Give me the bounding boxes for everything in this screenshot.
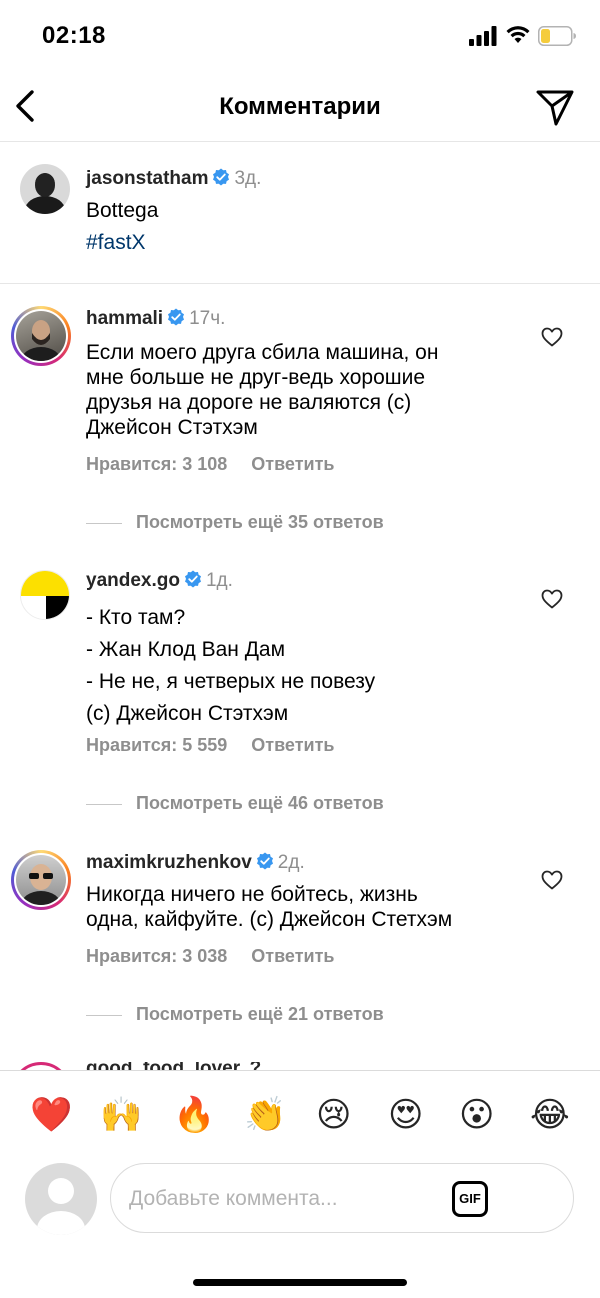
comment-input[interactable] — [129, 1182, 449, 1216]
comment-header: hammali 17ч. — [86, 308, 225, 330]
comment-line: Джейсон Стэтхэм — [86, 416, 258, 439]
comment-header: maximkruzhenkov 2д. — [86, 852, 305, 874]
comment-input-box: GIF — [110, 1163, 574, 1233]
comment-composer-panel: ❤️ 🙌 🔥 👏 😢 😍 😮 😂 GIF — [0, 1070, 600, 1298]
reply-button[interactable]: Ответить — [251, 735, 334, 755]
laughing-face-emoji-button[interactable]: 😂 — [530, 1091, 570, 1139]
comment-actions: Нравится: 3 108 Ответить — [86, 454, 334, 475]
timestamp: 1д. — [205, 570, 233, 591]
cellular-signal-icon — [469, 26, 497, 46]
top-navigation: Комментарии — [0, 72, 600, 142]
status-time: 02:18 — [42, 22, 106, 49]
next-comment-partial: good_food_lover..? — [0, 1062, 600, 1070]
quick-reactions-bar: ❤️ 🙌 🔥 👏 😢 😍 😮 😂 — [0, 1091, 600, 1139]
comment-text: Если моего друга сбила машина, он мне бо… — [86, 340, 438, 440]
story-ring — [11, 1062, 71, 1070]
verified-badge-icon — [184, 570, 201, 588]
comment-line: мне больше не друг-ведь хорошие — [86, 366, 426, 389]
hashtag-link[interactable]: #fastX — [86, 230, 146, 255]
verified-badge-icon — [213, 168, 230, 186]
heart-eyes-emoji-button[interactable]: 😍 — [388, 1091, 423, 1139]
verified-badge-icon — [256, 852, 273, 870]
likes-count[interactable]: Нравится: 3 038 — [86, 946, 227, 966]
avatar-portrait-icon — [21, 320, 61, 361]
username[interactable]: hammali — [86, 308, 163, 329]
surprised-face-emoji-button[interactable]: 😮 — [459, 1091, 494, 1139]
view-replies-button[interactable]: Посмотреть ещё 35 ответов — [86, 512, 384, 533]
caption-header: jasonstatham 3д. — [86, 168, 261, 190]
timestamp: 17ч. — [189, 308, 226, 329]
raised-hands-emoji-button[interactable]: 🙌 — [100, 1091, 142, 1139]
status-bar: 02:18 — [0, 0, 600, 72]
avatar[interactable] — [20, 164, 70, 214]
comment-line: - Кто там? — [86, 606, 186, 629]
avatar — [16, 311, 66, 361]
comment-line: друзья на дороге не валяются (с) — [86, 391, 412, 414]
current-user-avatar — [25, 1163, 97, 1235]
divider-line — [86, 803, 122, 805]
view-replies-button[interactable]: Посмотреть ещё 46 ответов — [86, 793, 384, 814]
timestamp: 3д. — [234, 168, 262, 189]
crying-face-emoji-button[interactable]: 😢 — [316, 1091, 351, 1139]
avatar — [16, 855, 66, 905]
gif-button[interactable]: GIF — [452, 1181, 488, 1217]
story-ring[interactable] — [11, 306, 71, 366]
fire-emoji-button[interactable]: 🔥 — [173, 1091, 215, 1139]
comment-line: - Не не, я четверых не повезу — [86, 670, 376, 693]
comment-header: yandex.go 1д. — [86, 570, 233, 592]
username: good_food_lover..? — [86, 1062, 261, 1070]
likes-count[interactable]: Нравится: 3 108 — [86, 454, 227, 474]
clapping-hands-emoji-button[interactable]: 👏 — [244, 1091, 286, 1139]
direct-send-icon[interactable] — [534, 86, 576, 128]
story-ring[interactable] — [11, 850, 71, 910]
post-caption: jasonstatham 3д. Bottega #fastX — [0, 142, 600, 284]
comment-text: - Кто там? - Жан Клод Ван Дам - Не не, я… — [86, 602, 375, 730]
comment-line: - Жан Клод Ван Дам — [86, 638, 286, 661]
avatar[interactable] — [20, 570, 70, 620]
like-heart-icon[interactable] — [541, 870, 563, 890]
view-replies-label: Посмотреть ещё 46 ответов — [136, 793, 384, 813]
default-profile-icon — [37, 1178, 85, 1235]
username[interactable]: jasonstatham — [86, 168, 208, 189]
reply-button[interactable]: Ответить — [251, 946, 334, 966]
view-replies-button[interactable]: Посмотреть ещё 21 ответов — [86, 1004, 384, 1025]
reply-button[interactable]: Ответить — [251, 454, 334, 474]
heart-emoji-button[interactable]: ❤️ — [30, 1091, 72, 1139]
like-heart-icon[interactable] — [541, 589, 563, 609]
wifi-icon — [506, 26, 530, 43]
home-indicator — [193, 1279, 407, 1286]
verified-badge-icon — [168, 308, 185, 326]
battery-icon — [538, 26, 576, 46]
yandex-go-logo-icon — [21, 571, 69, 619]
avatar-sunglasses-portrait-icon — [21, 864, 61, 905]
avatar-hooded-figure-icon — [25, 173, 65, 214]
view-replies-label: Посмотреть ещё 35 ответов — [136, 512, 384, 532]
comment-line: Если моего друга сбила машина, он — [86, 341, 439, 364]
username[interactable]: maximkruzhenkov — [86, 852, 252, 873]
comment-actions: Нравится: 3 038 Ответить — [86, 946, 334, 967]
page-title: Комментарии — [219, 93, 381, 120]
view-replies-label: Посмотреть ещё 21 ответов — [136, 1004, 384, 1024]
comment-line: Никогда ничего не бойтесь, жизнь — [86, 883, 418, 906]
like-heart-icon[interactable] — [541, 327, 563, 347]
comment-line: одна, кайфуйте. (с) Джейсон Стетхэм — [86, 908, 453, 931]
comment-actions: Нравится: 5 559 Ответить — [86, 735, 334, 756]
likes-count[interactable]: Нравится: 5 559 — [86, 735, 227, 755]
caption-text: Bottega — [86, 199, 159, 222]
timestamp: 2д. — [277, 852, 305, 873]
divider-line — [86, 1014, 122, 1016]
username[interactable]: yandex.go — [86, 570, 180, 591]
divider-line — [86, 522, 122, 524]
comment-line: (с) Джейсон Стэтхэм — [86, 702, 289, 725]
comment-text: Никогда ничего не бойтесь, жизнь одна, к… — [86, 882, 452, 932]
